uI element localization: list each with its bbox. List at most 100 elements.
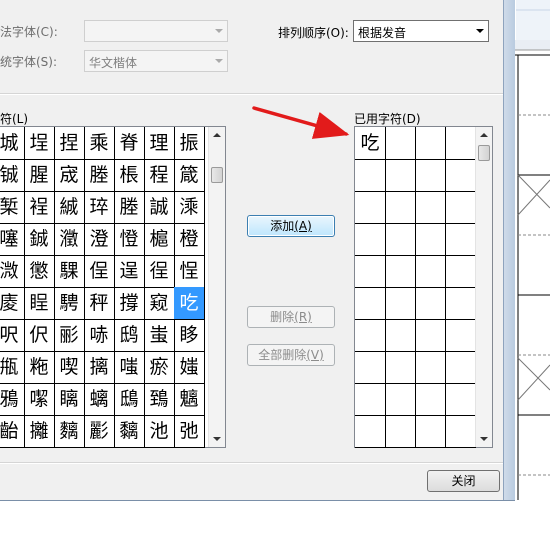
- used-character-cell[interactable]: [415, 159, 446, 192]
- character-cell[interactable]: 鵄: [144, 383, 175, 416]
- character-cell[interactable]: 捏: [54, 127, 85, 160]
- character-cell[interactable]: 池: [144, 415, 175, 448]
- used-character-cell[interactable]: [355, 159, 386, 192]
- character-cell[interactable]: 攡: [24, 415, 55, 448]
- used-character-cell[interactable]: [445, 287, 476, 320]
- character-cell[interactable]: 窥: [144, 287, 175, 320]
- character-cell[interactable]: 腥: [24, 159, 55, 192]
- character-grid-scrollbar[interactable]: [208, 127, 225, 447]
- used-character-cell[interactable]: [445, 127, 476, 160]
- character-cell[interactable]: 撐: [114, 287, 145, 320]
- character-cell[interactable]: 媸: [174, 351, 205, 384]
- used-character-cell[interactable]: 吃: [355, 127, 386, 160]
- scroll-up-icon[interactable]: [476, 127, 492, 143]
- character-cell[interactable]: 齝: [0, 415, 25, 448]
- add-button[interactable]: 添加(A): [247, 215, 335, 237]
- character-cell[interactable]: 麶: [54, 415, 85, 448]
- character-cell[interactable]: 逞: [114, 255, 145, 288]
- character-cell[interactable]: 城: [0, 127, 25, 160]
- character-cell[interactable]: 鴉: [0, 383, 25, 416]
- sort-order-combo[interactable]: 根据发音: [353, 20, 489, 42]
- used-character-cell[interactable]: [355, 383, 386, 416]
- used-character-cell[interactable]: [355, 415, 386, 448]
- delete-all-button[interactable]: 全部删除(V): [247, 344, 335, 366]
- delete-button[interactable]: 删除(R): [247, 306, 335, 328]
- character-cell[interactable]: 脊: [114, 127, 145, 160]
- character-cell[interactable]: 秤: [84, 287, 115, 320]
- character-cell[interactable]: 鋮: [24, 223, 55, 256]
- character-cell[interactable]: 乘: [84, 127, 115, 160]
- character-cell[interactable]: 瀓: [54, 223, 85, 256]
- character-cell[interactable]: 橙: [174, 223, 205, 256]
- character-cell[interactable]: 呎: [0, 319, 25, 352]
- character-cell[interactable]: 摛: [84, 351, 115, 384]
- used-character-cell[interactable]: [415, 223, 446, 256]
- used-character-cell[interactable]: [355, 287, 386, 320]
- character-cell[interactable]: 振: [174, 127, 205, 160]
- character-cell[interactable]: 徎: [144, 255, 175, 288]
- character-cell[interactable]: 琗: [84, 191, 115, 224]
- close-button[interactable]: 关闭: [427, 470, 500, 492]
- character-cell[interactable]: 彨: [54, 319, 85, 352]
- used-character-cell[interactable]: [445, 383, 476, 416]
- character-cell[interactable]: 棖: [114, 159, 145, 192]
- character-cell[interactable]: 絾: [54, 191, 85, 224]
- used-character-cell[interactable]: [355, 191, 386, 224]
- character-cell[interactable]: 粚: [24, 351, 55, 384]
- character-cell[interactable]: 程: [144, 159, 175, 192]
- character-cell[interactable]: 噻: [0, 223, 25, 256]
- character-cell[interactable]: 懲: [24, 255, 55, 288]
- used-character-cell[interactable]: [415, 383, 446, 416]
- character-cell[interactable]: 黐: [114, 415, 145, 448]
- character-cell[interactable]: 噄: [24, 383, 55, 416]
- scroll-up-icon[interactable]: [209, 127, 225, 143]
- character-cell[interactable]: 憕: [114, 223, 145, 256]
- used-character-cell[interactable]: [415, 287, 446, 320]
- character-cell[interactable]: 睈: [24, 287, 55, 320]
- used-grid-scrollbar[interactable]: [475, 127, 492, 447]
- font-combo[interactable]: [84, 20, 228, 42]
- used-character-cell[interactable]: [415, 127, 446, 160]
- character-cell[interactable]: 誠: [144, 191, 175, 224]
- character-cell[interactable]: 喫: [54, 351, 85, 384]
- used-character-cell[interactable]: [415, 255, 446, 288]
- character-cell[interactable]: 溗: [174, 191, 205, 224]
- used-character-cell[interactable]: [355, 223, 386, 256]
- character-cell[interactable]: 鸱: [114, 319, 145, 352]
- used-character-cell[interactable]: [385, 255, 416, 288]
- character-cell[interactable]: 甁: [0, 351, 25, 384]
- used-character-cell[interactable]: [415, 351, 446, 384]
- used-character-cell[interactable]: [445, 223, 476, 256]
- character-cell[interactable]: 箴: [174, 159, 205, 192]
- character-cell[interactable]: 埕: [24, 127, 55, 160]
- used-character-cell[interactable]: [385, 383, 416, 416]
- style-font-combo[interactable]: 华文楷体: [84, 50, 228, 72]
- character-cell[interactable]: 螭: [84, 383, 115, 416]
- character-cell[interactable]: 哧: [84, 319, 115, 352]
- character-cell[interactable]: 騍: [54, 255, 85, 288]
- character-cell[interactable]: 騁: [54, 287, 85, 320]
- used-character-cell[interactable]: [445, 191, 476, 224]
- character-cell[interactable]: 裎: [24, 191, 55, 224]
- character-cell[interactable]: 弛: [174, 415, 205, 448]
- character-cell[interactable]: 塍: [84, 159, 115, 192]
- used-character-cell[interactable]: [385, 319, 416, 352]
- used-character-cell[interactable]: [415, 319, 446, 352]
- used-character-cell[interactable]: [385, 223, 416, 256]
- scroll-down-icon[interactable]: [476, 431, 492, 447]
- character-cell[interactable]: 铖: [0, 159, 25, 192]
- scroll-down-icon[interactable]: [209, 431, 225, 447]
- character-cell[interactable]: 嗤: [114, 351, 145, 384]
- used-character-cell[interactable]: [355, 319, 386, 352]
- used-character-cell[interactable]: [445, 159, 476, 192]
- character-cell[interactable]: 槴: [144, 223, 175, 256]
- character-cell[interactable]: 宬: [54, 159, 85, 192]
- used-character-cell[interactable]: [445, 351, 476, 384]
- character-cell[interactable]: 魑: [174, 383, 205, 416]
- character-cell[interactable]: 溦: [0, 255, 25, 288]
- character-cell[interactable]: 侱: [84, 255, 115, 288]
- used-characters-grid[interactable]: 吃: [354, 126, 493, 448]
- used-character-cell[interactable]: [415, 415, 446, 448]
- character-cell[interactable]: 悜: [174, 255, 205, 288]
- character-grid[interactable]: 城埕捏乘脊理振铖腥宬塍棖程箴椠裎絾琗塍誠溗噻鋮瀓澄憕槴橙溦懲騍侱逞徎悜庱睈騁秤撐…: [0, 126, 226, 448]
